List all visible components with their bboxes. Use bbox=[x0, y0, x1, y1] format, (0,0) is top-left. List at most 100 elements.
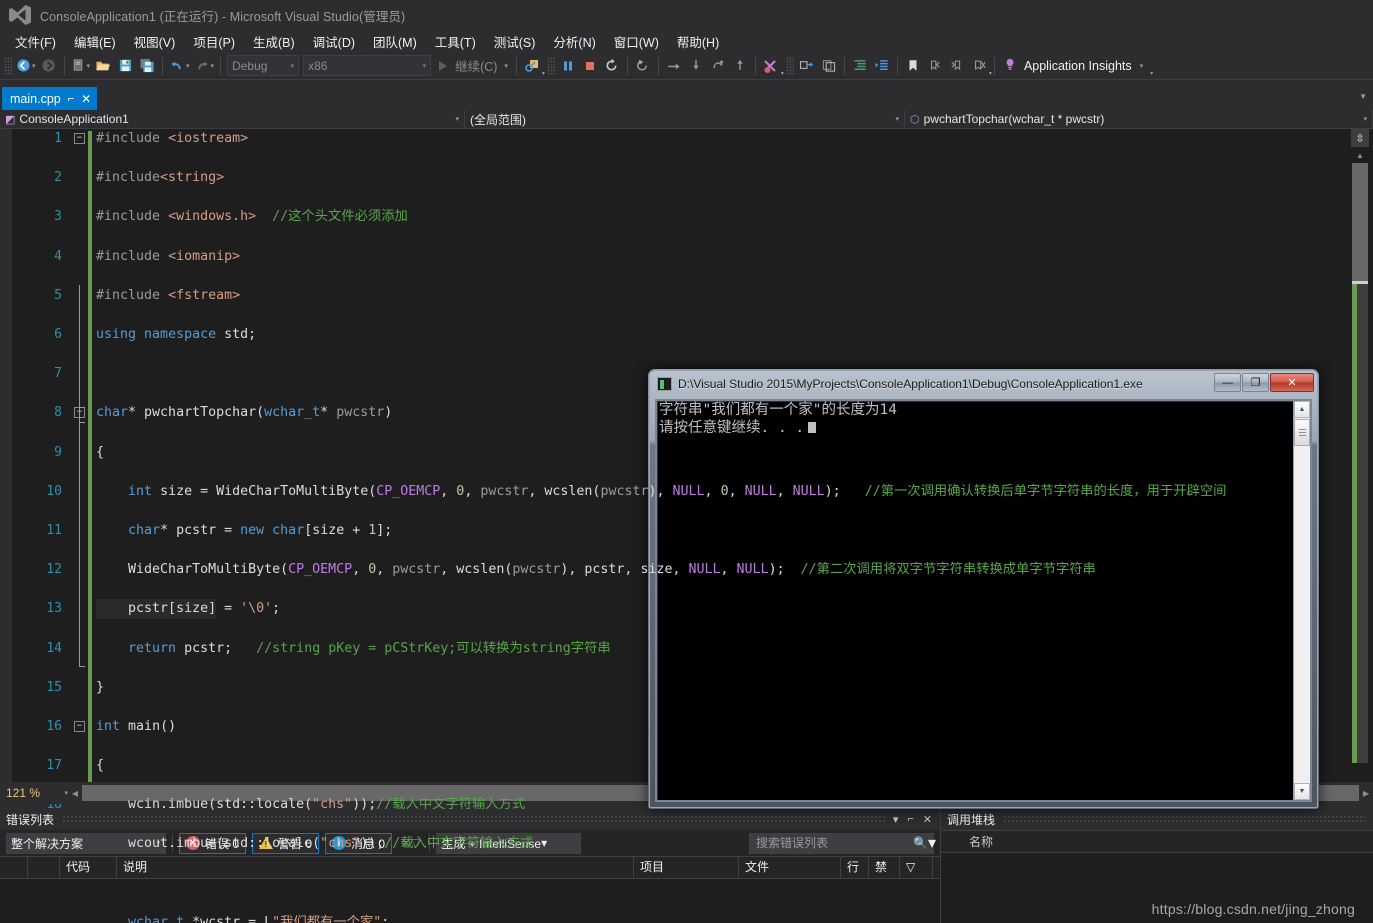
console-output-area[interactable]: 字符串"我们都有一个家"的长度为14 请按任意键继续. . . ▲ ▼ bbox=[655, 399, 1312, 802]
chevron-down-icon[interactable]: ▾ bbox=[542, 71, 545, 77]
scrollbar-thumb[interactable] bbox=[1352, 163, 1368, 281]
solution-configuration-combo[interactable]: Debug ▾ bbox=[227, 55, 300, 76]
chevron-down-icon[interactable]: ▾ bbox=[423, 62, 427, 70]
continue-button[interactable]: 继续(C) ▾ bbox=[433, 55, 512, 77]
header-drag-dots[interactable] bbox=[62, 815, 885, 823]
decrease-indent-button[interactable] bbox=[871, 55, 893, 77]
chevron-down-icon[interactable]: ▾ bbox=[1140, 62, 1144, 70]
scroll-right-arrow[interactable]: ▶ bbox=[1359, 789, 1373, 798]
chevron-down-icon[interactable]: ▾ bbox=[211, 62, 215, 70]
minimize-icon[interactable]: — bbox=[1214, 373, 1241, 392]
close-icon[interactable]: ✕ bbox=[81, 92, 91, 106]
chevron-down-icon[interactable]: ▾ bbox=[455, 115, 459, 123]
tab-overflow-icon[interactable]: ▼ bbox=[1359, 92, 1367, 101]
pin-icon[interactable]: ⌐ bbox=[68, 93, 74, 105]
console-vertical-scrollbar[interactable]: ▲ ▼ bbox=[1293, 401, 1310, 800]
step-over-button[interactable] bbox=[663, 55, 685, 77]
chevron-down-icon[interactable]: ▾ bbox=[87, 62, 91, 70]
increase-indent-button[interactable] bbox=[849, 55, 871, 77]
scrollbar-thumb[interactable] bbox=[1294, 419, 1310, 446]
column-icon[interactable] bbox=[0, 856, 28, 879]
menu-tools[interactable]: 工具(T) bbox=[426, 30, 485, 53]
column-suppression[interactable]: 禁 bbox=[869, 856, 899, 879]
column-project[interactable]: 项目 bbox=[634, 856, 739, 879]
chevron-down-icon[interactable]: ▾ bbox=[989, 71, 992, 77]
toolbar-grip[interactable] bbox=[4, 56, 12, 75]
chevron-down-icon[interactable]: ▾ bbox=[928, 833, 936, 853]
new-item-button[interactable]: ▾ bbox=[69, 55, 93, 77]
undo-button[interactable]: ▾ bbox=[167, 55, 192, 77]
call-stack-rows[interactable]: https://blog.csdn.net/jing_zhong bbox=[941, 853, 1373, 923]
uncomment-selection-button[interactable] bbox=[818, 55, 840, 77]
breakpoints-button[interactable]: ▾ bbox=[760, 55, 784, 77]
chevron-down-icon[interactable]: ▾ bbox=[291, 62, 295, 70]
menu-test[interactable]: 测试(S) bbox=[485, 30, 545, 53]
menu-build[interactable]: 生成(B) bbox=[244, 30, 304, 53]
chevron-down-icon[interactable]: ▾ bbox=[186, 62, 190, 70]
maximize-icon[interactable]: ❐ bbox=[1242, 373, 1269, 392]
menu-window[interactable]: 窗口(W) bbox=[605, 30, 668, 53]
open-file-button[interactable] bbox=[92, 55, 114, 77]
menu-edit[interactable]: 编辑(E) bbox=[65, 30, 125, 53]
comment-selection-button[interactable] bbox=[796, 55, 818, 77]
menu-file[interactable]: 文件(F) bbox=[6, 30, 65, 53]
pin-icon[interactable]: ⌐ bbox=[907, 813, 913, 825]
navbar-function-combo[interactable]: ⬡ pwchartTopchar(wchar_t * pwcstr) ▾ bbox=[905, 110, 1373, 128]
code-line[interactable]: 6 using namespace std; bbox=[0, 325, 1340, 345]
zoom-level-combo[interactable]: 121 % ▾ bbox=[6, 784, 68, 802]
code-line[interactable]: 4 #include <iomanip> bbox=[0, 247, 1340, 267]
header-drag-dots[interactable] bbox=[1003, 815, 1365, 823]
show-next-statement-button[interactable] bbox=[632, 55, 654, 77]
column-blank[interactable] bbox=[28, 856, 60, 879]
column-line[interactable]: 行 bbox=[841, 856, 869, 879]
redo-button[interactable]: ▾ bbox=[192, 55, 217, 77]
split-view-handle[interactable]: ⇳ bbox=[1351, 129, 1369, 147]
application-insights-button[interactable]: Application Insights ▾ ▾ bbox=[999, 55, 1153, 77]
column-code[interactable]: 代码 bbox=[60, 856, 117, 879]
code-line[interactable]: 10 int size = WideCharToMultiByte(CP_OEM… bbox=[0, 482, 1340, 502]
stop-debugging-button[interactable] bbox=[579, 55, 601, 77]
step-out-button[interactable] bbox=[707, 55, 729, 77]
chevron-down-icon[interactable]: ▾ bbox=[893, 813, 899, 826]
step-into-button[interactable] bbox=[685, 55, 707, 77]
navigate-backward-button[interactable]: ▾ bbox=[14, 55, 38, 77]
chevron-down-icon[interactable]: ▾ bbox=[895, 115, 899, 123]
code-line[interactable]: 5 #include <fstream> bbox=[0, 286, 1340, 306]
menu-project[interactable]: 项目(P) bbox=[184, 30, 244, 53]
column-description[interactable]: 说明 bbox=[117, 856, 634, 879]
close-icon[interactable]: ✕ bbox=[923, 813, 932, 826]
menu-help[interactable]: 帮助(H) bbox=[668, 30, 728, 53]
chevron-down-icon[interactable]: ▾ bbox=[504, 62, 508, 70]
attach-to-process-button[interactable]: ▾ bbox=[521, 55, 545, 77]
error-list-search-box[interactable]: 🔍 ▾ bbox=[749, 832, 936, 854]
menu-analyze[interactable]: 分析(N) bbox=[544, 30, 604, 53]
column-file[interactable]: 文件 bbox=[739, 856, 841, 879]
break-all-button[interactable] bbox=[557, 55, 579, 77]
scroll-up-arrow[interactable]: ▲ bbox=[1294, 401, 1310, 418]
code-line[interactable]: 1 − #include <iostream> bbox=[0, 129, 1340, 149]
chevron-down-icon[interactable]: ▾ bbox=[541, 836, 547, 850]
column-name[interactable]: 名称 bbox=[969, 833, 993, 850]
fold-collapse-icon[interactable]: − bbox=[74, 133, 85, 144]
search-input[interactable] bbox=[754, 835, 913, 851]
restart-button[interactable] bbox=[601, 55, 623, 77]
editor-vertical-scrollbar[interactable]: ⇳ ▲ bbox=[1340, 129, 1373, 782]
fold-collapse-icon[interactable]: − bbox=[74, 720, 85, 732]
toolbar-grip[interactable] bbox=[785, 56, 794, 75]
previous-bookmark-button[interactable] bbox=[924, 55, 946, 77]
code-line[interactable]: 2 #include<string> bbox=[0, 168, 1340, 188]
next-bookmark-button[interactable] bbox=[946, 55, 968, 77]
scroll-left-arrow[interactable]: ◀ bbox=[68, 789, 82, 798]
clear-bookmarks-button[interactable]: ▾ bbox=[968, 55, 992, 77]
step-up-button[interactable] bbox=[729, 55, 751, 77]
scroll-up-arrow[interactable]: ▲ bbox=[1352, 149, 1368, 163]
menu-debug[interactable]: 调试(D) bbox=[304, 30, 364, 53]
filter-icon[interactable]: ▽ bbox=[899, 856, 933, 879]
solution-platform-combo[interactable]: x86 ▾ bbox=[303, 55, 432, 76]
chevron-down-icon[interactable]: ▾ bbox=[32, 62, 36, 70]
chevron-down-icon[interactable]: ▾ bbox=[781, 71, 784, 77]
toggle-bookmark-button[interactable] bbox=[902, 55, 924, 77]
overflow-icon[interactable]: ▾ bbox=[1150, 71, 1153, 77]
navbar-scope-combo[interactable]: (全局范围) ▾ bbox=[465, 110, 905, 128]
code-line[interactable]: 3 #include <windows.h> //这个头文件必须添加 bbox=[0, 207, 1340, 227]
